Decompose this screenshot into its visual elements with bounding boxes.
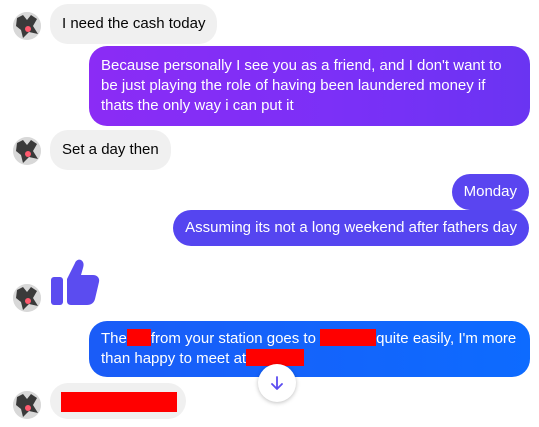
message-text-segment: from your station goes to [150,330,316,347]
message-bubble-outgoing[interactable]: Because personally I see you as a friend… [89,46,530,126]
message-bubble-outgoing[interactable]: Monday [451,174,529,210]
message-text-segment: The [101,330,127,347]
message-text: Set a day then [62,141,159,158]
message-text: Monday [463,183,517,200]
message-text: I need the cash today [62,15,206,32]
avatar-image [13,137,41,165]
avatar[interactable] [13,12,41,40]
message-text-line: The from your station goes to quite easil… [101,329,518,349]
message-bubble-incoming[interactable]: I need the cash today [50,4,218,44]
thumbs-up-icon[interactable] [49,257,101,307]
message-bubble-outgoing[interactable]: Assuming its not a long weekend after fa… [173,210,529,246]
redaction-box [320,329,377,346]
avatar[interactable] [13,137,41,165]
redaction-box [61,392,177,412]
redaction-box [126,329,151,346]
avatar[interactable] [13,391,41,419]
message-bubble-incoming[interactable] [50,383,186,419]
avatar-image [13,12,41,40]
message-text-line: Because personally I see you as a friend… [101,57,502,74]
message-text-segment: than happy to meet at [101,350,247,367]
avatar[interactable] [13,284,41,312]
avatar-image [13,391,41,419]
message-bubble-outgoing[interactable]: The from your station goes to quite easil… [89,321,530,377]
arrow-down-icon [271,376,283,390]
avatar-image [13,284,41,312]
message-text-line: be just playing the role of having been … [101,77,486,94]
message-text-line: than happy to meet at [101,349,518,369]
message-text-segment: quite easily, I'm more [376,330,517,347]
message-text: Assuming its not a long weekend after fa… [185,219,517,236]
message-bubble-incoming[interactable]: Set a day then [50,130,171,170]
scroll-to-bottom-button[interactable] [258,364,296,402]
message-text-line: thats the only way i can put it [101,97,294,114]
